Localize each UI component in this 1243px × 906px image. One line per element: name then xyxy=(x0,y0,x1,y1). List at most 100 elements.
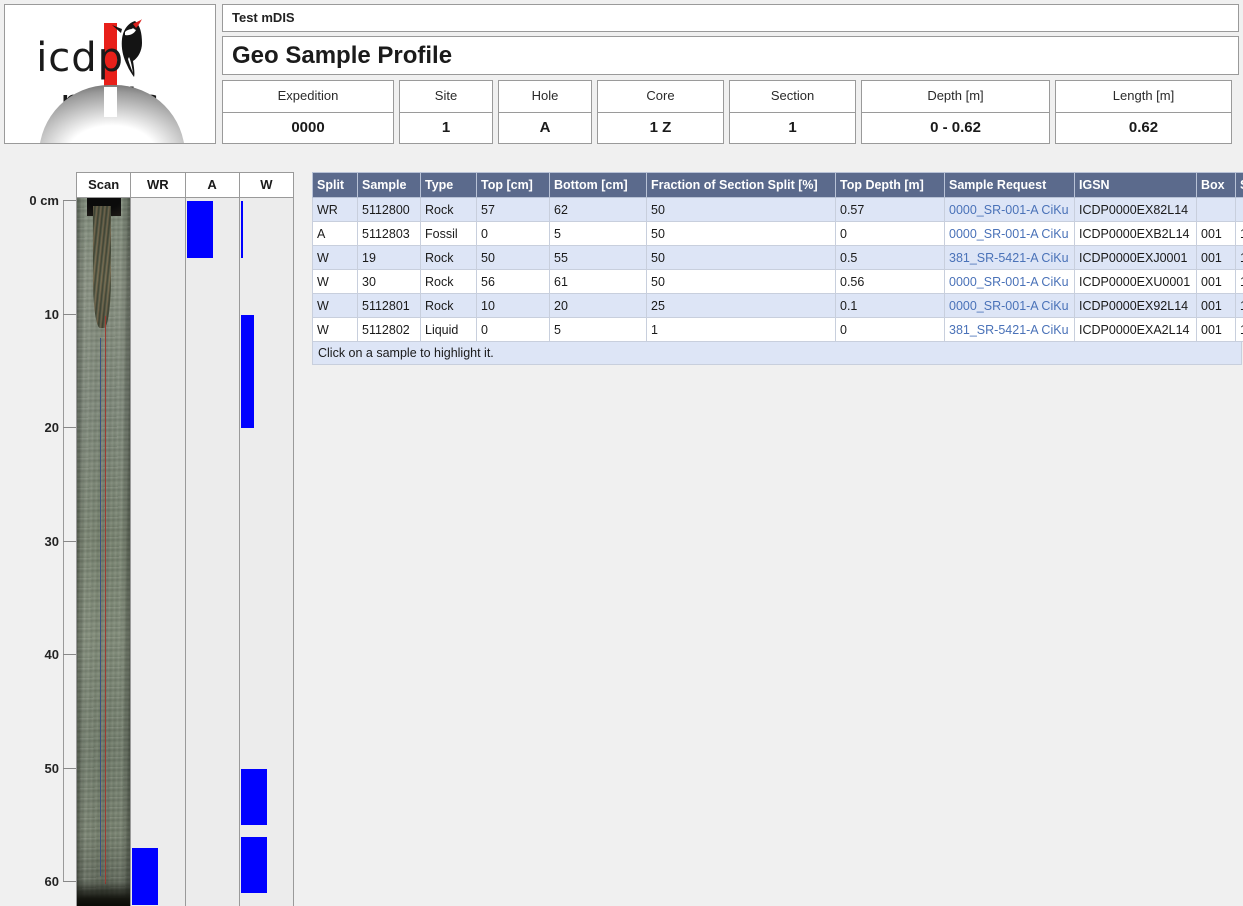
meta-expedition-label: Expedition xyxy=(223,81,393,113)
th-split[interactable]: Split xyxy=(313,173,358,198)
cell-top: 0 xyxy=(477,222,550,246)
scale-tick-label: 60 xyxy=(45,874,59,889)
th-slot[interactable]: Slot xyxy=(1236,173,1243,198)
sample-bar[interactable] xyxy=(241,315,254,429)
cell-sample-request[interactable]: 0000_SR-001-A CiKu xyxy=(945,270,1075,294)
cell-sample-request[interactable]: 0000_SR-001-A CiKu xyxy=(945,294,1075,318)
cell-top-depth: 0.56 xyxy=(836,270,945,294)
meta-expedition-value: 0000 xyxy=(223,113,393,144)
profile-column-header-scan[interactable]: Scan xyxy=(77,173,131,197)
th-fraction[interactable]: Fraction of Section Split [%] xyxy=(647,173,836,198)
woodpecker-icon xyxy=(109,17,149,79)
meta-section-label: Section xyxy=(730,81,855,113)
cell-sample: 5112803 xyxy=(358,222,421,246)
cell-box: 001 xyxy=(1197,222,1236,246)
table-row[interactable]: W5112802Liquid0510381_SR-5421-A CiKuICDP… xyxy=(313,318,1243,342)
cell-top: 10 xyxy=(477,294,550,318)
meta-site-value: 1 xyxy=(400,113,492,144)
th-sample[interactable]: Sample xyxy=(358,173,421,198)
table-row[interactable]: W19Rock5055500.5381_SR-5421-A CiKuICDP00… xyxy=(313,246,1243,270)
cell-sample: 5112800 xyxy=(358,198,421,222)
cell-type: Rock xyxy=(421,270,477,294)
system-title: Test mDIS xyxy=(222,4,1239,32)
column-w[interactable] xyxy=(240,198,293,906)
sample-bar[interactable] xyxy=(241,201,243,258)
profile-column-header-w[interactable]: W xyxy=(240,173,293,197)
profile-column-headers: ScanWRAW xyxy=(77,173,293,198)
cell-sample-request[interactable]: 381_SR-5421-A CiKu xyxy=(945,246,1075,270)
cell-sample-request[interactable]: 0000_SR-001-A CiKu xyxy=(945,198,1075,222)
depth-scale: 0 cm102030405060 xyxy=(0,168,76,906)
profile-column-header-wr[interactable]: WR xyxy=(131,173,185,197)
cell-igsn: ICDP0000EXU0001 xyxy=(1075,270,1197,294)
cell-sample: 19 xyxy=(358,246,421,270)
meta-site: Site 1 xyxy=(399,80,493,144)
column-wr[interactable] xyxy=(131,198,185,906)
sample-bar[interactable] xyxy=(241,769,267,826)
meta-core-value: 1 Z xyxy=(598,113,723,144)
geo-sample-profile-page: icdp mdis Test mDIS Geo Sample Profile E… xyxy=(0,0,1243,906)
cell-top-depth: 0 xyxy=(836,222,945,246)
cell-igsn: ICDP0000EXJ0001 xyxy=(1075,246,1197,270)
cell-type: Rock xyxy=(421,294,477,318)
sample-bar[interactable] xyxy=(187,201,213,258)
meta-depth: Depth [m] 0 - 0.62 xyxy=(861,80,1050,144)
th-sample-request[interactable]: Sample Request xyxy=(945,173,1075,198)
cell-bottom: 5 xyxy=(550,318,647,342)
scale-tick-label: 20 xyxy=(45,420,59,435)
scale-tick-label: 30 xyxy=(45,534,59,549)
icdp-mdis-logo: icdp mdis xyxy=(4,4,216,144)
th-igsn[interactable]: IGSN xyxy=(1075,173,1197,198)
cell-fraction: 1 xyxy=(647,318,836,342)
table-row[interactable]: W5112801Rock1020250.10000_SR-001-A CiKuI… xyxy=(313,294,1243,318)
th-type[interactable]: Type xyxy=(421,173,477,198)
cell-sample: 5112801 xyxy=(358,294,421,318)
table-row[interactable]: WR5112800Rock5762500.570000_SR-001-A CiK… xyxy=(313,198,1243,222)
cell-slot: 1 xyxy=(1236,294,1243,318)
cell-sample-request[interactable]: 0000_SR-001-A CiKu xyxy=(945,222,1075,246)
meta-length: Length [m] 0.62 xyxy=(1055,80,1232,144)
meta-core-label: Core xyxy=(598,81,723,113)
meta-hole: Hole A xyxy=(498,80,592,144)
cell-box: 001 xyxy=(1197,294,1236,318)
table-row[interactable]: A5112803Fossil055000000_SR-001-A CiKuICD… xyxy=(313,222,1243,246)
cell-bottom: 62 xyxy=(550,198,647,222)
sample-table: Split Sample Type Top [cm] Bottom [cm] F… xyxy=(312,172,1243,342)
column-a[interactable] xyxy=(186,198,240,906)
section-profile-panel: ScanWRAW xyxy=(76,172,294,906)
profile-column-bodies xyxy=(77,198,293,906)
scale-tick-label: 50 xyxy=(45,761,59,776)
table-footer-note: Click on a sample to highlight it. xyxy=(312,342,1242,365)
cell-split: W xyxy=(313,294,358,318)
cell-fraction: 50 xyxy=(647,270,836,294)
th-box[interactable]: Box xyxy=(1197,173,1236,198)
profile-column-header-a[interactable]: A xyxy=(186,173,240,197)
cell-igsn: ICDP0000EX92L14 xyxy=(1075,294,1197,318)
core-scan-image xyxy=(77,198,130,906)
cell-bottom: 20 xyxy=(550,294,647,318)
cell-split: W xyxy=(313,318,358,342)
cell-box: 001 xyxy=(1197,318,1236,342)
cell-top-depth: 0.57 xyxy=(836,198,945,222)
cell-slot xyxy=(1236,198,1243,222)
cell-slot: 1 xyxy=(1236,318,1243,342)
sample-bar[interactable] xyxy=(132,848,158,905)
meta-expedition: Expedition 0000 xyxy=(222,80,394,144)
table-row[interactable]: W30Rock5661500.560000_SR-001-A CiKuICDP0… xyxy=(313,270,1243,294)
scale-tick-line xyxy=(63,654,76,655)
scale-tick-line xyxy=(63,768,76,769)
scale-tick-line xyxy=(63,314,76,315)
cell-sample-request[interactable]: 381_SR-5421-A CiKu xyxy=(945,318,1075,342)
scale-tick-label: 0 cm xyxy=(29,193,59,208)
meta-length-label: Length [m] xyxy=(1056,81,1231,113)
column-scan[interactable] xyxy=(77,198,131,906)
sample-bar[interactable] xyxy=(241,837,267,894)
th-top-depth[interactable]: Top Depth [m] xyxy=(836,173,945,198)
scale-tick-label: 10 xyxy=(45,307,59,322)
th-top[interactable]: Top [cm] xyxy=(477,173,550,198)
cell-split: W xyxy=(313,270,358,294)
scale-tick-line xyxy=(63,541,76,542)
cell-top: 0 xyxy=(477,318,550,342)
cell-slot: 1 xyxy=(1236,222,1243,246)
th-bottom[interactable]: Bottom [cm] xyxy=(550,173,647,198)
